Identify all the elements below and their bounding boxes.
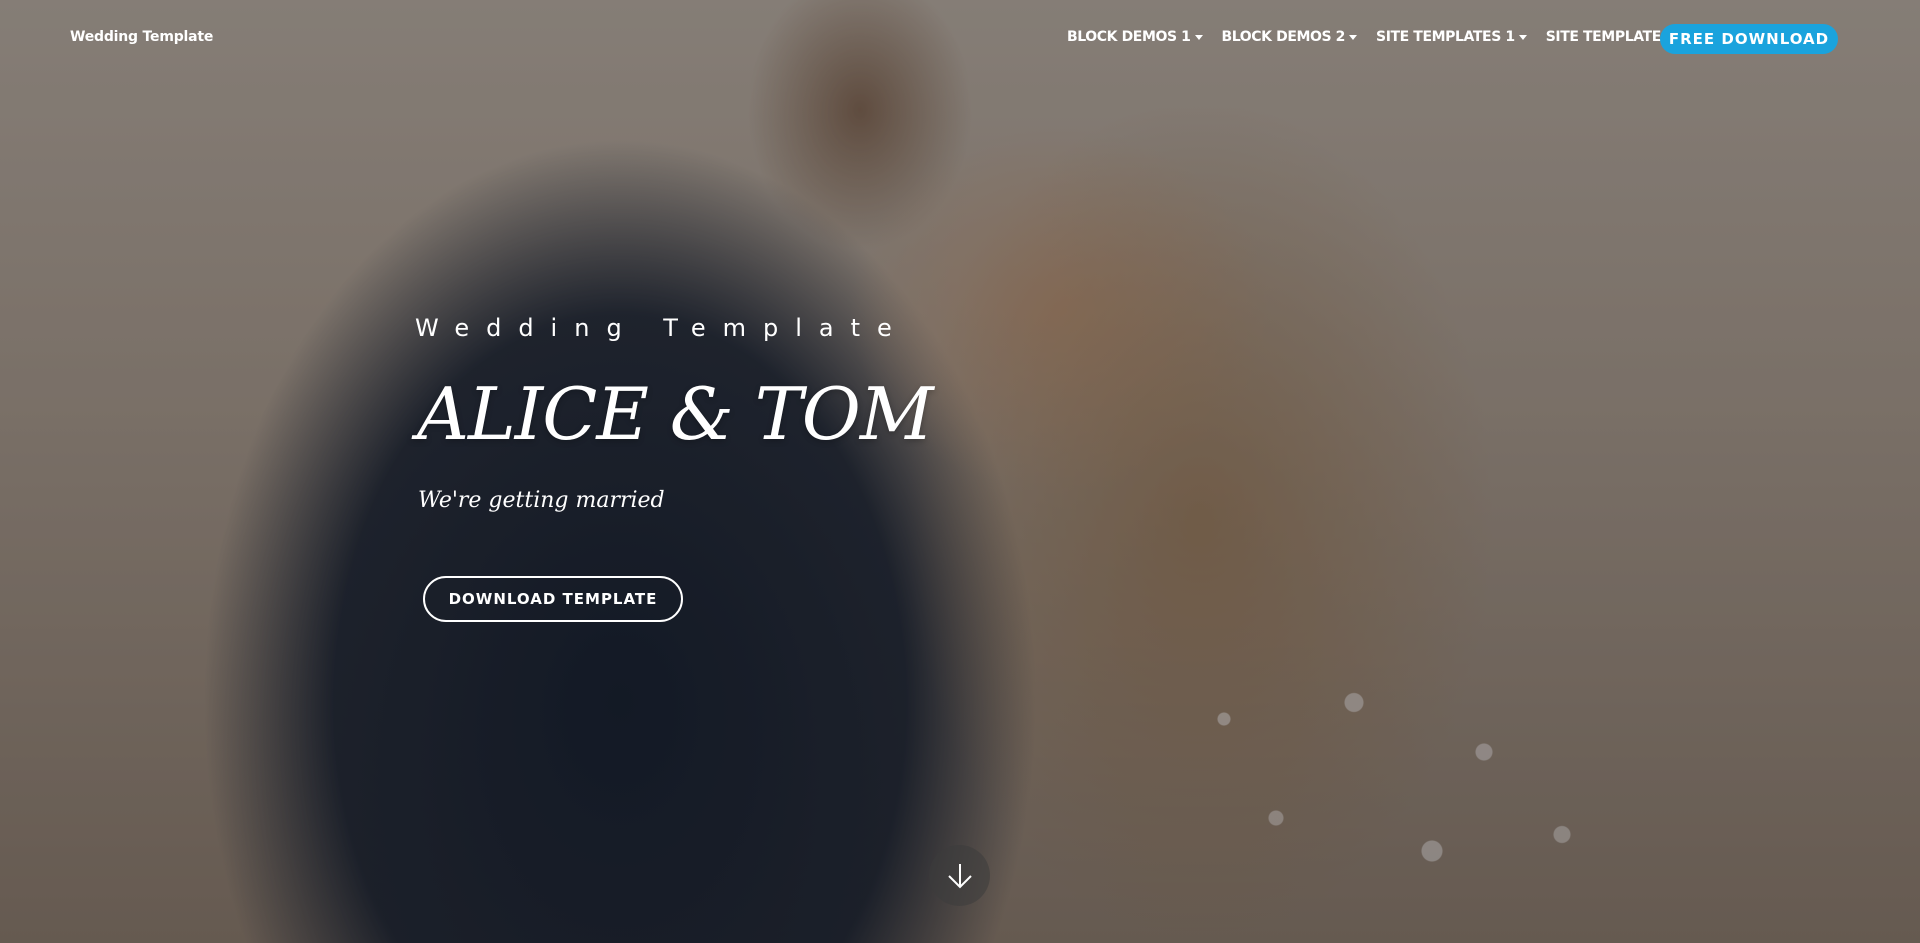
nav-item-block-demos-2[interactable]: BLOCK DEMOS 2 xyxy=(1222,29,1358,45)
caret-down-icon xyxy=(1349,34,1358,40)
nav-item-label: BLOCK DEMOS 1 xyxy=(1067,29,1191,45)
free-download-button[interactable]: FREE DOWNLOAD xyxy=(1660,24,1838,54)
hero-kicker: Wedding Template xyxy=(415,314,909,342)
brand-link[interactable]: Wedding Template xyxy=(70,29,213,45)
download-template-button[interactable]: DOWNLOAD TEMPLATE xyxy=(423,576,683,622)
arrow-down-icon xyxy=(947,863,972,888)
hero-tagline: We're getting married xyxy=(418,488,665,513)
hero-title: ALICE & TOM xyxy=(417,372,934,456)
nav-item-site-templates-1[interactable]: SITE TEMPLATES 1 xyxy=(1376,29,1527,45)
nav-item-block-demos-1[interactable]: BLOCK DEMOS 1 xyxy=(1067,29,1203,45)
nav-item-label: SITE TEMPLATES 1 xyxy=(1376,29,1515,45)
scroll-down-button[interactable] xyxy=(929,845,990,906)
background-overlay xyxy=(0,0,1920,943)
nav-item-label: BLOCK DEMOS 2 xyxy=(1221,29,1346,45)
hero-section: Wedding Template BLOCK DEMOS 1 BLOCK DEM… xyxy=(0,0,1920,943)
caret-down-icon xyxy=(1518,34,1527,40)
caret-down-icon xyxy=(1194,34,1203,40)
nav-links: BLOCK DEMOS 1 BLOCK DEMOS 2 SITE TEMPLAT… xyxy=(1067,29,1697,45)
navbar: Wedding Template BLOCK DEMOS 1 BLOCK DEM… xyxy=(0,0,1920,78)
